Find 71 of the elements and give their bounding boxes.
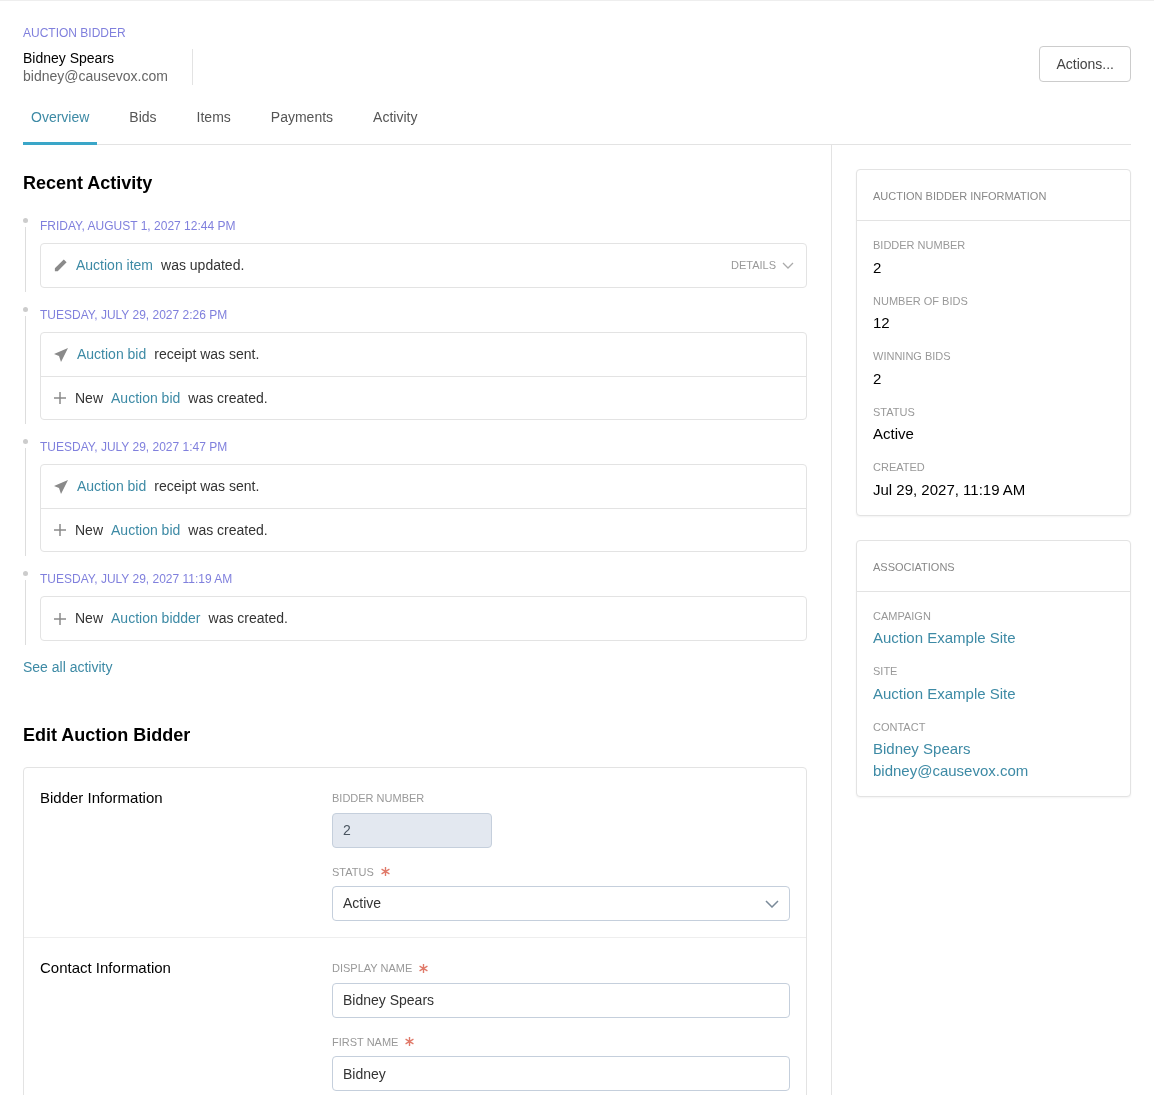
field-label: STATUS [332, 864, 374, 880]
field-label: FIRST NAME [332, 1034, 399, 1050]
required-asterisk-icon [418, 962, 430, 974]
activity-link[interactable]: Auction bidder [111, 608, 201, 629]
form-section-title: Contact Information [40, 959, 171, 976]
activity-text: was updated. [161, 256, 246, 275]
form-section-title: Bidder Information [40, 789, 163, 806]
info-value: 2 [873, 257, 882, 278]
activity-text: was created. [208, 609, 289, 628]
activity-text: was created. [188, 520, 269, 540]
info-label: CAMPAIGN [873, 608, 932, 624]
pencil-icon [53, 258, 68, 273]
details-toggle[interactable]: DETAILS [730, 257, 794, 274]
field-label: BIDDER NUMBER [332, 791, 425, 806]
activity-link[interactable]: Auction item [76, 255, 154, 276]
info-value: Active [873, 424, 914, 444]
tab[interactable]: Activity [365, 107, 426, 145]
input-field[interactable]: Bidney Spears [332, 982, 790, 1018]
info-label: CREATED [873, 460, 926, 475]
info-link[interactable]: Auction Example Site [873, 682, 1016, 705]
section-heading: Recent Activity [23, 172, 154, 195]
info-link[interactable]: Auction Example Site [873, 627, 1016, 649]
activity-text: New [75, 520, 103, 540]
input-field[interactable]: Bidney [332, 1056, 790, 1091]
activity-date: TUESDAY, JULY 29, 2027 11:19 AM [40, 572, 233, 586]
section-heading: Edit Auction Bidder [23, 724, 192, 747]
activity-text: New [75, 609, 103, 628]
paper-plane-icon [53, 346, 69, 363]
info-link[interactable]: Bidney Spears [873, 738, 971, 760]
page-eyebrow: AUCTION BIDDER [23, 25, 127, 42]
activity-text: was created. [188, 388, 269, 408]
card-title: ASSOCIATIONS [873, 560, 955, 573]
tab[interactable]: Payments [262, 107, 342, 145]
bidder-name: Bidney Spears [23, 49, 116, 67]
info-link[interactable]: bidney@causevox.com [873, 760, 1029, 782]
bidder-email: bidney@causevox.com [23, 67, 168, 85]
activity-link[interactable]: Auction bid [111, 387, 181, 409]
info-label: WINNING BIDS [873, 349, 952, 364]
required-asterisk-icon [379, 866, 391, 878]
required-asterisk-icon [404, 1036, 416, 1048]
plus-icon [53, 611, 67, 626]
info-value: 12 [873, 313, 890, 333]
paper-plane-icon [53, 478, 69, 495]
activity-text: receipt was sent. [154, 477, 261, 496]
tab[interactable]: Items [188, 107, 239, 145]
info-label: NUMBER OF BIDS [873, 293, 969, 309]
info-label: CONTACT [873, 719, 927, 735]
info-value: Jul 29, 2027, 11:19 AM [873, 479, 1026, 500]
see-all-activity-link[interactable]: See all activity [23, 657, 807, 678]
chevron-down-icon [782, 262, 794, 269]
tab[interactable]: Overview [23, 107, 98, 145]
chevron-down-icon [765, 899, 779, 908]
activity-date: FRIDAY, AUGUST 1, 2027 12:44 PM [40, 219, 236, 233]
activity-text: New [75, 388, 103, 408]
card-title: AUCTION BIDDER INFORMATION [873, 190, 1047, 202]
actions-button[interactable]: Actions... [1039, 46, 1131, 82]
info-value: 2 [873, 368, 882, 389]
info-label: BIDDER NUMBER [873, 238, 967, 253]
activity-date: TUESDAY, JULY 29, 2027 1:47 PM [40, 440, 228, 454]
field-label: DISPLAY NAME [332, 961, 413, 976]
activity-link[interactable]: Auction bid [111, 519, 181, 541]
plus-icon [53, 391, 67, 405]
activity-link[interactable]: Auction bid [77, 344, 147, 365]
tab[interactable]: Bids [121, 107, 165, 145]
activity-link[interactable]: Auction bid [77, 476, 147, 497]
status-select[interactable]: Active [332, 886, 790, 921]
info-label: SITE [873, 664, 899, 679]
activity-text: receipt was sent. [154, 345, 261, 364]
activity-date: TUESDAY, JULY 29, 2027 2:26 PM [40, 308, 228, 322]
plus-icon [53, 523, 67, 537]
info-label: STATUS [873, 404, 916, 420]
